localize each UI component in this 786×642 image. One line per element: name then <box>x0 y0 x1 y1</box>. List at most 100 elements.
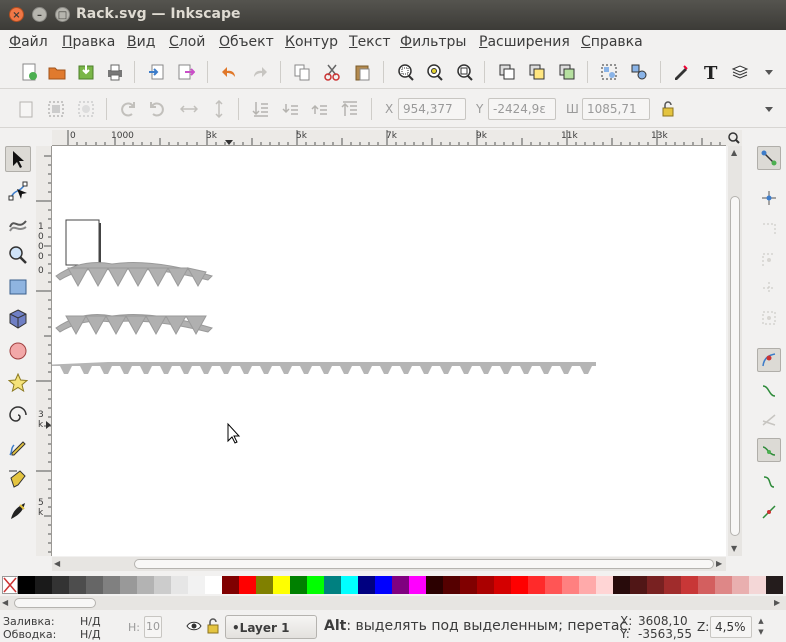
pencil-tool-icon[interactable] <box>5 434 31 460</box>
layer-lock-icon[interactable] <box>207 618 219 638</box>
horizontal-ruler[interactable]: 0 1000 3k 5k 7k 9k 11k 13k <box>52 130 726 146</box>
deselect-icon[interactable] <box>75 98 97 120</box>
color-swatch[interactable] <box>120 576 137 594</box>
undo-icon[interactable] <box>219 61 241 83</box>
color-swatch[interactable] <box>103 576 120 594</box>
color-swatch[interactable] <box>732 576 749 594</box>
color-swatch[interactable] <box>647 576 664 594</box>
unlink-clone-icon[interactable] <box>556 61 578 83</box>
color-swatch[interactable] <box>426 576 443 594</box>
maximize-window-button[interactable]: □ <box>55 7 70 22</box>
snap-bbox-centers-icon[interactable] <box>757 306 781 330</box>
color-swatch[interactable] <box>52 576 69 594</box>
rack-gear-shape[interactable] <box>55 262 213 288</box>
menu-object[interactable]: Объект <box>219 34 274 50</box>
menu-filters[interactable]: Фильтры <box>400 34 466 50</box>
color-swatch[interactable] <box>341 576 358 594</box>
color-swatch[interactable] <box>681 576 698 594</box>
layers-icon[interactable] <box>729 61 751 83</box>
color-swatch[interactable] <box>86 576 103 594</box>
rack-teeth-row[interactable] <box>52 362 596 374</box>
color-swatch[interactable] <box>613 576 630 594</box>
star-tool-icon[interactable] <box>5 370 31 396</box>
vertical-scrollbar[interactable]: ▲ ▼ <box>728 146 742 556</box>
minimize-window-button[interactable]: – <box>32 7 47 22</box>
color-swatch[interactable] <box>137 576 154 594</box>
horizontal-scroll-thumb[interactable] <box>134 559 714 569</box>
zoom-page-icon[interactable] <box>453 61 475 83</box>
color-swatch[interactable] <box>749 576 766 594</box>
select-all-icon[interactable] <box>15 98 37 120</box>
scroll-right-icon[interactable]: ▶ <box>716 559 722 568</box>
rotate-cw-icon[interactable] <box>146 98 168 120</box>
scroll-left-icon[interactable]: ◀ <box>2 598 8 607</box>
snap-enable-icon[interactable] <box>757 146 781 170</box>
group-icon[interactable] <box>598 61 620 83</box>
color-swatch[interactable] <box>698 576 715 594</box>
import-icon[interactable] <box>146 61 168 83</box>
color-swatch[interactable] <box>630 576 647 594</box>
zoom-tool-icon[interactable] <box>5 242 31 268</box>
cut-icon[interactable] <box>321 61 343 83</box>
scroll-up-icon[interactable]: ▲ <box>731 148 737 157</box>
close-window-button[interactable]: × <box>9 7 24 22</box>
box3d-tool-icon[interactable] <box>5 306 31 332</box>
menu-view[interactable]: Вид <box>127 34 155 50</box>
palette-scrollbar[interactable]: ◀ ▶ <box>0 596 786 610</box>
color-palette[interactable] <box>0 576 786 594</box>
calligraphy-tool-icon[interactable] <box>5 498 31 524</box>
snap-paths-icon[interactable] <box>757 378 781 402</box>
zoom-corner-icon[interactable] <box>726 130 742 146</box>
layer-visibility-icon[interactable] <box>186 619 202 637</box>
opacity-field[interactable]: 10 <box>144 616 162 638</box>
menu-help[interactable]: Справка <box>581 34 643 50</box>
scroll-down-icon[interactable]: ▼ <box>731 544 737 553</box>
new-document-icon[interactable] <box>18 61 40 83</box>
color-swatch[interactable] <box>256 576 273 594</box>
snap-bbox-corners-icon[interactable] <box>757 248 781 272</box>
menu-file[interactable]: Файл <box>9 34 48 50</box>
snap-nodes-icon[interactable] <box>757 348 781 372</box>
color-swatch[interactable] <box>358 576 375 594</box>
color-swatch[interactable] <box>307 576 324 594</box>
node-tool-icon[interactable] <box>5 178 31 204</box>
snap-smooth-nodes-icon[interactable] <box>757 470 781 494</box>
redo-icon[interactable] <box>248 61 270 83</box>
zoom-spin-icon[interactable]: ▲ ▼ <box>754 616 768 638</box>
color-swatch[interactable] <box>596 576 613 594</box>
select-all-layers-icon[interactable] <box>45 98 67 120</box>
snap-bbox-edges-icon[interactable] <box>757 218 781 242</box>
clone-icon[interactable] <box>526 61 548 83</box>
menu-layer[interactable]: Слой <box>169 34 205 50</box>
text-font-icon[interactable]: T <box>700 61 722 83</box>
color-swatch[interactable] <box>171 576 188 594</box>
duplicate-icon[interactable] <box>496 61 518 83</box>
print-icon[interactable] <box>104 61 126 83</box>
rack-gear-shape[interactable] <box>55 314 213 336</box>
y-coordinate-field[interactable]: -2424,9ε <box>488 98 556 120</box>
menu-edit[interactable]: Правка <box>62 34 115 50</box>
toolbar-overflow-icon[interactable] <box>758 61 780 83</box>
stroke-value[interactable]: Н/Д <box>80 628 101 641</box>
color-swatch[interactable] <box>290 576 307 594</box>
lower-to-bottom-icon[interactable] <box>250 98 272 120</box>
vertical-scroll-thumb[interactable] <box>730 196 740 536</box>
palette-scroll-thumb[interactable] <box>14 598 96 608</box>
color-swatch[interactable] <box>239 576 256 594</box>
color-swatch[interactable] <box>562 576 579 594</box>
no-paint-swatch-icon[interactable] <box>2 576 18 594</box>
color-swatch[interactable] <box>375 576 392 594</box>
color-swatch[interactable] <box>545 576 562 594</box>
color-swatch[interactable] <box>69 576 86 594</box>
toolbar-overflow-icon[interactable] <box>758 98 780 120</box>
color-swatch[interactable] <box>188 576 205 594</box>
menu-text[interactable]: Текст <box>349 34 390 50</box>
spiral-tool-icon[interactable] <box>5 402 31 428</box>
color-swatch[interactable] <box>715 576 732 594</box>
color-swatch[interactable] <box>511 576 528 594</box>
paste-icon[interactable] <box>351 61 373 83</box>
snap-cusp-nodes-icon[interactable] <box>757 438 781 462</box>
ungroup-icon[interactable] <box>628 61 650 83</box>
flip-horizontal-icon[interactable] <box>178 98 200 120</box>
vertical-ruler[interactable]: 1 0 0 0 0 3 k 5 k <box>36 146 52 556</box>
